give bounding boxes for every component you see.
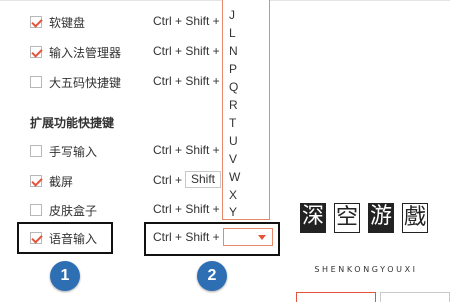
- big5-shortcut: Ctrl + Shift +: [153, 74, 220, 88]
- ime-manager-checkbox[interactable]: [30, 46, 42, 58]
- skin-box-shortcut: Ctrl + Shift +: [153, 202, 220, 216]
- handwriting-checkbox[interactable]: [30, 145, 42, 157]
- key-option[interactable]: Y: [229, 205, 238, 219]
- skin-box-checkbox[interactable]: [30, 204, 42, 216]
- screenshot-modifier-select[interactable]: Shift: [185, 171, 221, 188]
- handwriting-label: 手写输入: [49, 145, 98, 159]
- skin-box-label: 皮肤盒子: [49, 204, 98, 218]
- key-option[interactable]: R: [229, 98, 239, 112]
- key-option[interactable]: W: [229, 170, 241, 184]
- watermark-latin: SHENKONGYOUXI: [314, 265, 418, 274]
- key-option[interactable]: V: [229, 152, 238, 166]
- soft-keyboard-shortcut: Ctrl + Shift +: [153, 14, 220, 28]
- key-option[interactable]: N: [229, 44, 239, 58]
- key-option[interactable]: P: [229, 62, 238, 76]
- section-title: 扩展功能快捷键: [30, 116, 115, 130]
- ime-manager-label: 输入法管理器: [49, 46, 122, 60]
- key-option[interactable]: X: [229, 188, 238, 202]
- bottom-button-right[interactable]: [380, 292, 450, 302]
- ime-manager-shortcut: Ctrl + Shift +: [153, 44, 220, 58]
- annotation-box-voice-shortcut: [144, 222, 280, 256]
- watermark-logo: 深 空 游 戲 SHENKONGYOUXI: [296, 203, 436, 275]
- big5-checkbox[interactable]: [30, 76, 42, 88]
- screenshot-label: 截屏: [49, 175, 74, 189]
- key-option[interactable]: Q: [229, 80, 239, 94]
- key-option[interactable]: T: [229, 116, 237, 130]
- key-option[interactable]: L: [229, 26, 237, 40]
- annotation-box-voice-label: [17, 222, 113, 254]
- handwriting-shortcut: Ctrl + Shift +: [153, 143, 220, 157]
- soft-keyboard-checkbox[interactable]: [30, 16, 42, 28]
- key-dropdown-list[interactable]: J L N P Q R T U V W X Y: [222, 0, 270, 220]
- watermark-char: 游: [368, 203, 394, 233]
- annotation-badge-1: 1: [50, 261, 80, 291]
- watermark-char: 空: [334, 203, 360, 233]
- screenshot-checkbox[interactable]: [30, 175, 42, 187]
- watermark-char: 戲: [402, 203, 428, 233]
- big5-label: 大五码快捷键: [49, 76, 122, 90]
- annotation-badge-2: 2: [197, 261, 227, 291]
- soft-keyboard-label: 软键盘: [49, 16, 86, 30]
- screenshot-shortcut: Ctrl +: [153, 173, 183, 187]
- key-option[interactable]: J: [229, 8, 236, 22]
- key-option[interactable]: U: [229, 134, 239, 148]
- watermark-char: 深: [300, 203, 326, 233]
- bottom-button-left[interactable]: [296, 292, 376, 302]
